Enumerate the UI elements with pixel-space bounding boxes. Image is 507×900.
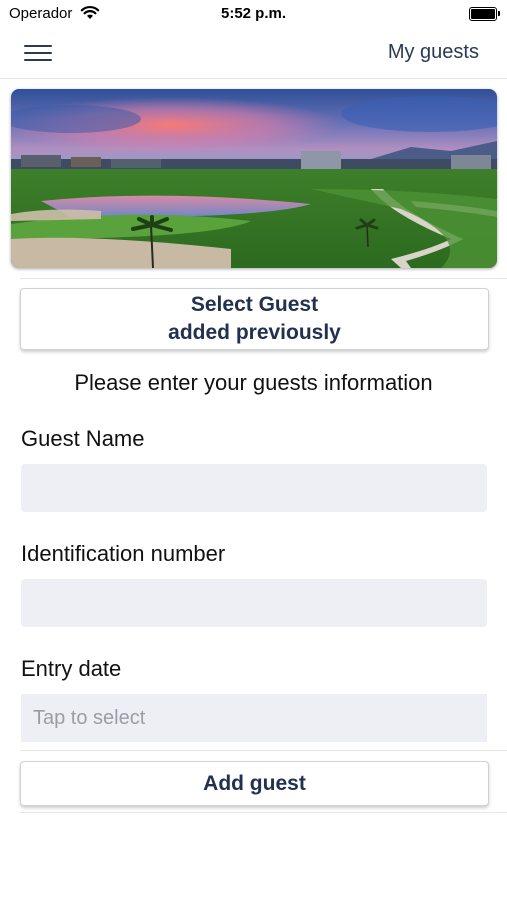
form-instructions: Please enter your guests information — [74, 370, 433, 395]
guest-name-label: Guest Name — [21, 426, 145, 451]
divider — [20, 278, 507, 279]
identification-input[interactable] — [21, 579, 487, 627]
status-time: 5:52 p.m. — [220, 5, 287, 22]
battery-icon — [469, 7, 500, 21]
entry-date-label: Entry date — [21, 656, 122, 681]
select-previous-guest-button[interactable]: Select Guest added previously — [20, 288, 489, 350]
hamburger-menu-icon[interactable] — [24, 42, 54, 64]
select-guest-label: Select Guest — [190, 293, 319, 316]
status-bar: Operador 5:52 p.m. — [0, 0, 507, 28]
entry-date-picker[interactable] — [21, 694, 487, 742]
divider — [20, 750, 507, 751]
add-guest-button[interactable]: Add guest — [20, 761, 489, 806]
page-title: My guests — [387, 41, 479, 63]
golf-course-photo — [11, 89, 497, 268]
identification-label: Identification number — [21, 541, 226, 566]
select-guest-sublabel: added previously — [168, 321, 341, 344]
divider — [20, 812, 507, 813]
nav-bar: My guests — [0, 28, 507, 79]
guest-name-input[interactable] — [21, 464, 487, 512]
